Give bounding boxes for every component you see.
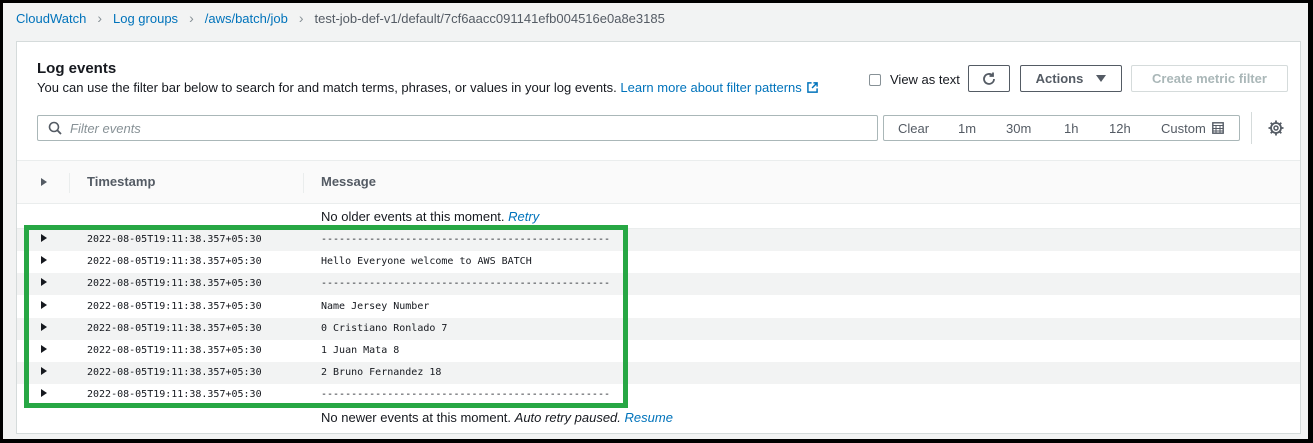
expand-row-icon[interactable]: [41, 322, 47, 331]
refresh-button[interactable]: [968, 65, 1010, 92]
no-older-events-row: No older events at this moment. Retry: [321, 209, 539, 224]
expand-row-icon[interactable]: [41, 367, 47, 376]
table-row[interactable]: 2022-08-05T19:11:38.357+05:30 -----------…: [17, 229, 1300, 251]
log-table-header: Timestamp Message: [17, 160, 1300, 204]
resume-link[interactable]: Resume: [625, 410, 673, 425]
expand-row-icon[interactable]: [41, 300, 47, 309]
calendar-icon: [1211, 122, 1224, 134]
table-row[interactable]: 2022-08-05T19:11:38.357+05:30 1 Juan Mata…: [17, 340, 1300, 362]
learn-more-label: Learn more about filter patterns: [620, 80, 802, 95]
expand-row-icon[interactable]: [41, 256, 47, 265]
learn-more-link[interactable]: Learn more about filter patterns: [620, 80, 818, 95]
row-timestamp: 2022-08-05T19:11:38.357+05:30: [87, 345, 262, 356]
table-row[interactable]: 2022-08-05T19:11:38.357+05:30 -----------…: [17, 273, 1300, 296]
no-older-text: No older events at this moment.: [321, 209, 505, 224]
time-1h-button[interactable]: 1h: [1064, 121, 1078, 136]
search-icon: [48, 121, 62, 135]
row-message: 2 Bruno Fernandez 18: [321, 367, 442, 379]
view-as-text-label: View as text: [890, 72, 960, 87]
view-as-text-checkbox[interactable]: [869, 73, 881, 86]
row-timestamp: 2022-08-05T19:11:38.357+05:30: [87, 322, 262, 334]
row-message: ----------------------------------------…: [321, 389, 610, 401]
row-timestamp: 2022-08-05T19:11:38.357+05:30: [87, 234, 262, 245]
refresh-icon: [983, 72, 995, 85]
description-text: You can use the filter bar below to sear…: [37, 80, 617, 95]
expand-row-icon[interactable]: [41, 278, 47, 287]
row-timestamp: 2022-08-05T19:11:38.357+05:30: [87, 367, 262, 379]
panel-title: Log events: [37, 60, 117, 77]
row-timestamp: 2022-08-05T19:11:38.357+05:30: [87, 389, 262, 401]
chevron-right-icon: ›: [97, 10, 102, 26]
no-newer-events-row: No newer events at this moment. Auto ret…: [321, 410, 673, 425]
auto-retry-text: Auto retry paused.: [514, 410, 621, 425]
column-divider: [303, 173, 304, 193]
row-message: Hello Everyone welcome to AWS BATCH: [321, 256, 532, 268]
actions-button[interactable]: Actions: [1020, 65, 1122, 92]
row-message: Name Jersey Number: [321, 300, 430, 312]
row-timestamp: 2022-08-05T19:11:38.357+05:30: [87, 278, 262, 290]
table-row[interactable]: 2022-08-05T19:11:38.357+05:30 Name Jersey…: [17, 296, 1300, 318]
breadcrumb: CloudWatch › Log groups › /aws/batch/job…: [16, 8, 665, 28]
breadcrumb-cloudwatch[interactable]: CloudWatch: [16, 11, 86, 26]
filter-events-search[interactable]: [37, 115, 878, 141]
external-link-icon: [806, 82, 818, 93]
time-1m-button[interactable]: 1m: [958, 121, 976, 136]
time-12h-button[interactable]: 12h: [1109, 121, 1131, 136]
chevron-right-icon: ›: [298, 10, 304, 26]
row-message: 1 Juan Mata 8: [321, 345, 400, 356]
time-range-selector: Clear 1m 30m 1h 12h Custom: [883, 115, 1240, 141]
gear-icon[interactable]: [1268, 120, 1284, 136]
cloudwatch-window: CloudWatch › Log groups › /aws/batch/job…: [3, 3, 1308, 439]
row-message: 0 Cristiano Ronlado 7: [321, 322, 448, 334]
no-newer-text: No newer events at this moment.: [321, 410, 512, 425]
view-as-text-toggle[interactable]: View as text: [869, 72, 960, 87]
table-row[interactable]: 2022-08-05T19:11:38.357+05:30 0 Cristiano…: [17, 317, 1300, 340]
column-timestamp[interactable]: Timestamp: [87, 174, 155, 189]
column-divider: [69, 173, 70, 193]
time-clear-button[interactable]: Clear: [898, 121, 929, 136]
log-events-panel: Log events You can use the filter bar be…: [16, 41, 1301, 434]
caret-down-icon: [1096, 75, 1107, 82]
expand-row-icon[interactable]: [41, 345, 47, 353]
toolbar-divider: [1251, 112, 1252, 144]
create-metric-filter-button[interactable]: Create metric filter: [1131, 65, 1288, 92]
row-timestamp: 2022-08-05T19:11:38.357+05:30: [87, 300, 262, 312]
expand-row-icon[interactable]: [41, 234, 47, 242]
breadcrumb-log-stream: test-job-def-v1/default/7cf6aacc091141ef…: [314, 10, 665, 26]
panel-description: You can use the filter bar below to sear…: [37, 80, 818, 95]
time-custom-label: Custom: [1161, 121, 1206, 136]
retry-link[interactable]: Retry: [508, 209, 539, 224]
chevron-right-icon: ›: [189, 10, 194, 26]
time-custom-button[interactable]: Custom: [1161, 121, 1224, 136]
row-timestamp: 2022-08-05T19:11:38.357+05:30: [87, 256, 262, 268]
expand-row-icon[interactable]: [41, 389, 47, 398]
expand-all-icon[interactable]: [41, 178, 47, 186]
table-row[interactable]: 2022-08-05T19:11:38.357+05:30 -----------…: [17, 384, 1300, 406]
table-row[interactable]: 2022-08-05T19:11:38.357+05:30 Hello Every…: [17, 251, 1300, 273]
table-row[interactable]: 2022-08-05T19:11:38.357+05:30 2 Bruno Fer…: [17, 362, 1300, 385]
row-message: ----------------------------------------…: [321, 278, 610, 290]
column-message[interactable]: Message: [321, 174, 376, 189]
filter-events-input[interactable]: [70, 120, 850, 136]
time-30m-button[interactable]: 30m: [1006, 121, 1031, 136]
breadcrumb-log-group[interactable]: /aws/batch/job: [205, 11, 288, 26]
actions-label: Actions: [1035, 71, 1084, 86]
row-message: ----------------------------------------…: [321, 234, 610, 245]
breadcrumb-log-groups[interactable]: Log groups: [113, 11, 178, 26]
